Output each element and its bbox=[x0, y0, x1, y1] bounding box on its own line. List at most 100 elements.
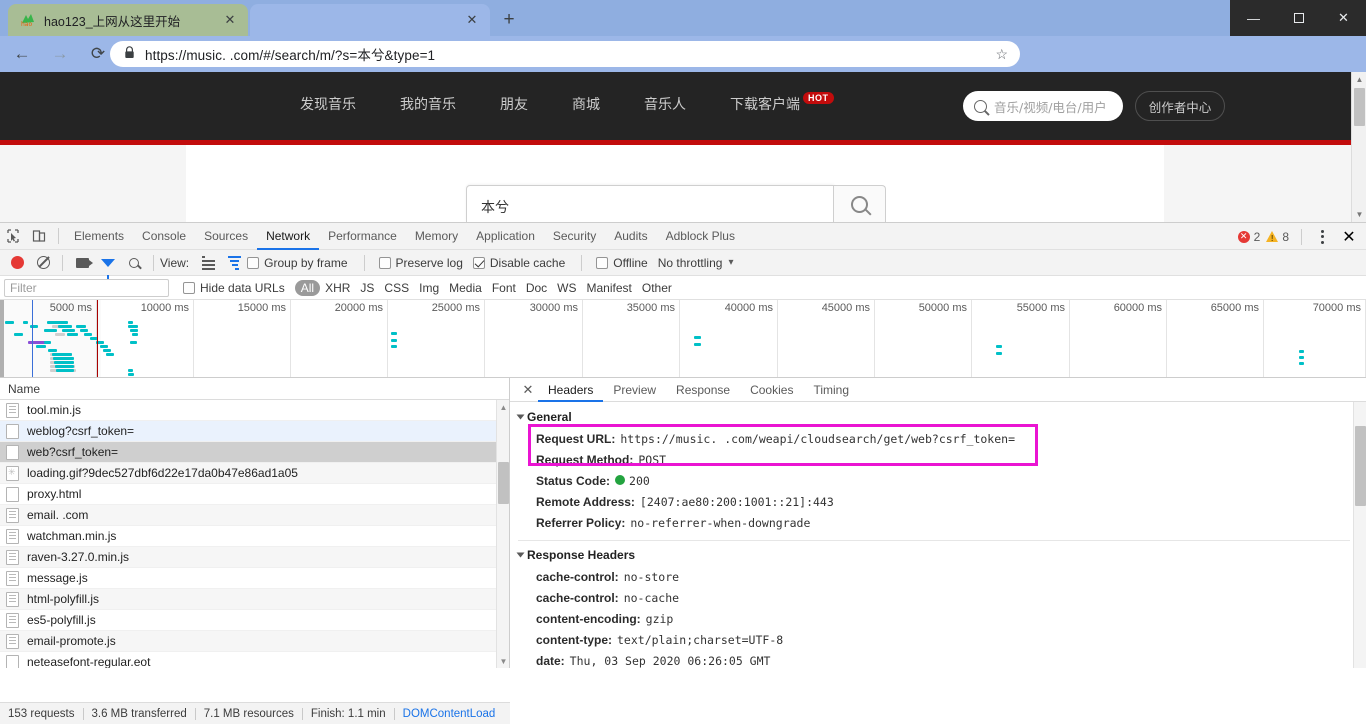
page-search-button[interactable] bbox=[834, 185, 886, 222]
error-count-badge[interactable]: ✕ 2 bbox=[1238, 230, 1261, 244]
filter-button[interactable] bbox=[95, 250, 121, 276]
throttling-select[interactable]: No throttling bbox=[658, 256, 723, 270]
devtools-menu-icon[interactable] bbox=[1310, 230, 1334, 244]
close-details-icon[interactable]: ✕ bbox=[518, 382, 538, 398]
scrollbar-thumb[interactable] bbox=[1354, 88, 1365, 126]
minimize-button[interactable]: — bbox=[1231, 0, 1276, 36]
nav-item-musician[interactable]: 音乐人 bbox=[644, 94, 686, 114]
hide-data-urls-option[interactable]: Hide data URLs bbox=[183, 281, 285, 295]
table-row[interactable]: html-polyfill.js bbox=[0, 589, 509, 610]
clear-button[interactable] bbox=[30, 250, 56, 276]
view-waterfall-icon[interactable] bbox=[221, 250, 247, 276]
details-scrollbar[interactable] bbox=[1353, 402, 1366, 668]
tab-headers[interactable]: Headers bbox=[538, 378, 603, 402]
response-headers-section-title[interactable]: Response Headers bbox=[518, 548, 1366, 562]
filter-type-other[interactable]: Other bbox=[637, 281, 677, 295]
filter-type-all[interactable]: All bbox=[295, 280, 320, 296]
browser-tab-music-active[interactable]: ✕ bbox=[250, 4, 490, 36]
tab-adblock-plus[interactable]: Adblock Plus bbox=[657, 223, 744, 250]
tab-application[interactable]: Application bbox=[467, 223, 544, 250]
filter-type-xhr[interactable]: XHR bbox=[320, 281, 355, 295]
browser-tab-hao123[interactable]: hao hao123_上网从这里开始 ✕ bbox=[8, 4, 248, 36]
scrollbar-up-arrow-icon[interactable]: ▲ bbox=[499, 402, 508, 412]
tab-audits[interactable]: Audits bbox=[605, 223, 656, 250]
table-row[interactable]: message.js bbox=[0, 568, 509, 589]
back-button[interactable]: ← bbox=[6, 38, 38, 70]
nav-item-store[interactable]: 商城 bbox=[572, 94, 600, 114]
tab-network[interactable]: Network bbox=[257, 223, 319, 250]
address-bar[interactable]: https://music. .com/#/search/m/?s=本兮&typ… bbox=[110, 41, 1020, 67]
chevron-down-icon[interactable]: ▾ bbox=[728, 257, 733, 268]
request-list-header[interactable]: Name bbox=[0, 378, 509, 400]
chevron-down-icon[interactable] bbox=[517, 415, 525, 420]
filter-type-ws[interactable]: WS bbox=[552, 281, 581, 295]
table-row[interactable]: watchman.min.js bbox=[0, 526, 509, 547]
nav-item-friends[interactable]: 朋友 bbox=[500, 94, 528, 114]
request-list[interactable]: tool.min.js weblog?csrf_token= web?csrf_… bbox=[0, 400, 509, 668]
tab-performance[interactable]: Performance bbox=[319, 223, 406, 250]
table-row[interactable]: neteasefont-regular.eot bbox=[0, 652, 509, 668]
record-button[interactable] bbox=[4, 250, 30, 276]
tab-close-icon-active[interactable]: ✕ bbox=[462, 10, 482, 30]
tab-console[interactable]: Console bbox=[133, 223, 195, 250]
table-row[interactable]: weblog?csrf_token= bbox=[0, 421, 509, 442]
tab-timing[interactable]: Timing bbox=[803, 378, 859, 402]
creator-center-button[interactable]: 创作者中心 bbox=[1135, 91, 1225, 121]
site-search-input[interactable]: 音乐/视频/电台/用户 bbox=[963, 91, 1123, 121]
inspect-element-icon[interactable] bbox=[0, 223, 26, 249]
forward-button[interactable]: → bbox=[44, 38, 76, 70]
tab-preview[interactable]: Preview bbox=[603, 378, 666, 402]
table-row[interactable]: raven-3.27.0.min.js bbox=[0, 547, 509, 568]
maximize-button[interactable] bbox=[1276, 0, 1321, 36]
request-list-scrollbar[interactable]: ▲ ▼ bbox=[496, 400, 509, 668]
hide-data-urls-checkbox[interactable] bbox=[183, 282, 195, 294]
preserve-log-checkbox[interactable] bbox=[379, 257, 391, 269]
toggle-device-toolbar-icon[interactable] bbox=[26, 223, 52, 249]
scrollbar-thumb[interactable] bbox=[1355, 426, 1366, 506]
table-row[interactable]: email-promote.js bbox=[0, 631, 509, 652]
filter-type-doc[interactable]: Doc bbox=[521, 281, 552, 295]
tab-sources[interactable]: Sources bbox=[195, 223, 257, 250]
filter-input[interactable]: Filter bbox=[4, 279, 169, 297]
network-overview-timeline[interactable]: 5000 ms 10000 ms 15000 ms 20000 ms 25000… bbox=[0, 300, 1366, 378]
scrollbar-up-arrow-icon[interactable]: ▲ bbox=[1354, 74, 1365, 85]
new-tab-button[interactable]: + bbox=[496, 7, 522, 33]
table-row[interactable]: es5-polyfill.js bbox=[0, 610, 509, 631]
capture-screenshots-icon[interactable] bbox=[69, 250, 95, 276]
tab-memory[interactable]: Memory bbox=[406, 223, 467, 250]
search-button[interactable] bbox=[121, 250, 147, 276]
tab-close-icon[interactable]: ✕ bbox=[220, 10, 240, 30]
table-row[interactable]: loading.gif?9dec527dbf6d22e17da0b47e86ad… bbox=[0, 463, 509, 484]
table-row-selected[interactable]: web?csrf_token= bbox=[0, 442, 509, 463]
disable-cache-option[interactable]: Disable cache bbox=[473, 256, 565, 270]
scrollbar-down-arrow-icon[interactable]: ▼ bbox=[499, 656, 508, 666]
bookmark-star-icon[interactable]: ☆ bbox=[995, 46, 1008, 63]
table-row[interactable]: tool.min.js bbox=[0, 400, 509, 421]
preserve-log-option[interactable]: Preserve log bbox=[379, 256, 463, 270]
page-search-input[interactable]: 本兮 bbox=[466, 185, 834, 222]
table-row[interactable]: email. .com bbox=[0, 505, 509, 526]
offline-option[interactable]: Offline bbox=[596, 256, 647, 270]
disable-cache-checkbox[interactable] bbox=[473, 257, 485, 269]
filter-type-img[interactable]: Img bbox=[414, 281, 444, 295]
group-by-frame-option[interactable]: Group by frame bbox=[247, 256, 347, 270]
tab-security[interactable]: Security bbox=[544, 223, 605, 250]
nav-item-discover[interactable]: 发现音乐 bbox=[300, 94, 356, 114]
tab-elements[interactable]: Elements bbox=[65, 223, 133, 250]
filter-type-media[interactable]: Media bbox=[444, 281, 487, 295]
filter-type-js[interactable]: JS bbox=[355, 281, 379, 295]
tab-response[interactable]: Response bbox=[666, 378, 740, 402]
nav-item-download-client[interactable]: 下载客户端 bbox=[730, 94, 800, 114]
close-window-button[interactable]: ✕ bbox=[1321, 0, 1366, 36]
table-row[interactable]: proxy.html bbox=[0, 484, 509, 505]
warning-count-badge[interactable]: 8 bbox=[1266, 230, 1289, 244]
view-list-icon[interactable] bbox=[195, 250, 221, 276]
general-section-title[interactable]: General bbox=[518, 410, 1366, 424]
page-scrollbar[interactable]: ▲ ▼ bbox=[1351, 72, 1366, 222]
chevron-down-icon[interactable] bbox=[517, 553, 525, 558]
group-by-frame-checkbox[interactable] bbox=[247, 257, 259, 269]
filter-type-manifest[interactable]: Manifest bbox=[582, 281, 637, 295]
nav-item-my-music[interactable]: 我的音乐 bbox=[400, 94, 456, 114]
scrollbar-down-arrow-icon[interactable]: ▼ bbox=[1354, 209, 1365, 220]
filter-type-font[interactable]: Font bbox=[487, 281, 521, 295]
